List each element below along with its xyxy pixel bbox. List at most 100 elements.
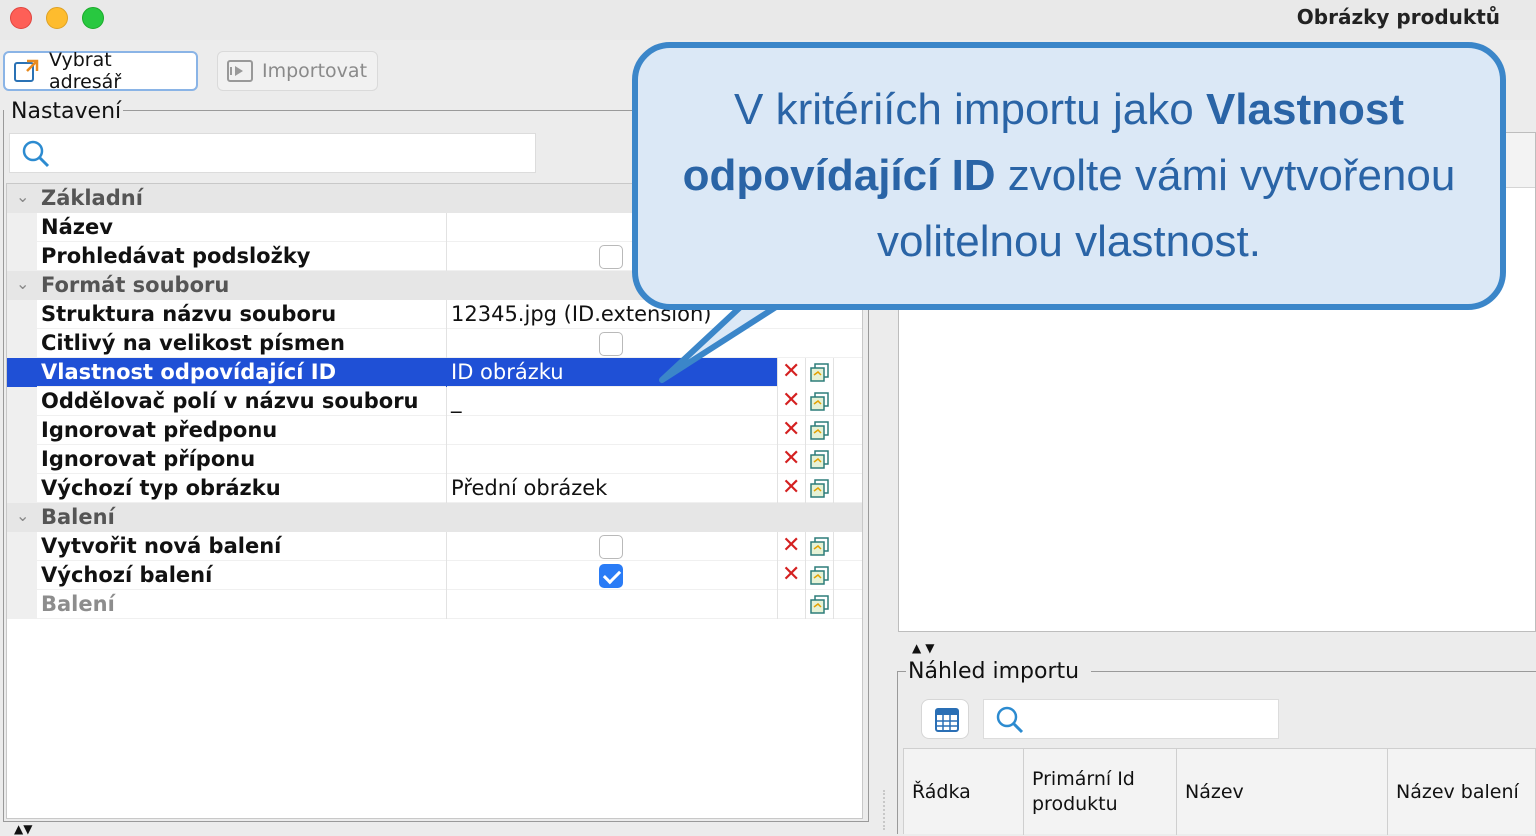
delete-button[interactable]: ✕ [777, 532, 805, 561]
property-label: Vytvořit nová balení [41, 534, 282, 558]
copy-button[interactable] [805, 387, 833, 416]
property-row[interactable]: Oddělovač polí v názvu souboru _ ✕ [7, 387, 862, 416]
delete-button[interactable]: ✕ [777, 416, 805, 445]
action-spacer [833, 561, 862, 590]
copy-button[interactable] [805, 590, 833, 619]
spreadsheet-icon [935, 708, 959, 732]
column-header-name[interactable]: Název [1177, 749, 1388, 835]
action-spacer [833, 358, 862, 387]
action-spacer [777, 590, 805, 619]
search-subfolders-checkbox[interactable] [599, 245, 623, 269]
row-gutter [7, 329, 37, 358]
category-label: Základní [41, 186, 143, 210]
property-row[interactable]: Výchozí balení ✕ [7, 561, 862, 590]
action-spacer [833, 532, 862, 561]
window-title: Obrázky produktů [1296, 5, 1500, 29]
magnifier-icon [996, 706, 1024, 734]
copy-button[interactable] [805, 561, 833, 590]
x-icon: ✕ [782, 475, 801, 500]
column-header-primary-id[interactable]: Primární Id produktu [1024, 749, 1177, 835]
property-label: Struktura názvu souboru [41, 302, 337, 326]
choose-directory-button[interactable]: Vybrat adresář [3, 49, 198, 93]
row-gutter [7, 416, 37, 445]
spreadsheet-button[interactable] [921, 699, 969, 739]
property-row[interactable]: Vytvořit nová balení ✕ [7, 532, 862, 561]
row-gutter [7, 358, 37, 387]
copy-icon [810, 421, 829, 440]
import-icon [226, 58, 254, 84]
row-gutter [7, 474, 37, 503]
property-label: Vlastnost odpovídající ID [41, 360, 336, 384]
x-icon: ✕ [782, 417, 801, 442]
folder-arrow-icon [13, 58, 41, 84]
copy-icon [810, 537, 829, 556]
copy-icon [810, 595, 829, 614]
property-row[interactable]: Balení [7, 590, 862, 619]
default-packaging-checkbox[interactable] [599, 564, 623, 588]
resize-handle[interactable] [883, 790, 887, 830]
x-icon: ✕ [782, 388, 801, 413]
category-label: Balení [41, 505, 115, 529]
property-row[interactable]: Ignorovat příponu ✕ [7, 445, 862, 474]
action-spacer [833, 416, 862, 445]
action-spacer [833, 445, 862, 474]
copy-icon [810, 479, 829, 498]
property-value[interactable] [446, 416, 777, 445]
row-gutter [7, 300, 37, 329]
property-row[interactable]: Ignorovat předponu ✕ [7, 416, 862, 445]
zoom-window-button[interactable] [82, 7, 104, 29]
import-button[interactable]: Importovat [217, 51, 378, 91]
delete-button[interactable]: ✕ [777, 445, 805, 474]
instruction-callout: V kritériích importu jako Vlastnost odpo… [632, 42, 1506, 310]
property-label: Prohledávat podsložky [41, 244, 311, 268]
property-value[interactable] [446, 445, 777, 474]
copy-icon [810, 450, 829, 469]
choose-directory-label: Vybrat adresář [49, 49, 122, 93]
magnifier-icon [22, 140, 50, 168]
close-window-button[interactable] [10, 7, 32, 29]
row-gutter [7, 445, 37, 474]
property-label: Název [41, 215, 113, 239]
property-value[interactable] [446, 590, 777, 619]
copy-button[interactable] [805, 474, 833, 503]
create-new-packaging-checkbox[interactable] [599, 535, 623, 559]
property-value[interactable]: Přední obrázek [446, 474, 777, 503]
delete-button[interactable]: ✕ [777, 387, 805, 416]
category-label: Formát souboru [41, 273, 230, 297]
delete-button[interactable]: ✕ [777, 561, 805, 590]
title-bar: Obrázky produktů [0, 0, 1536, 40]
settings-legend: Nastavení [9, 99, 124, 124]
column-header-row[interactable]: Řádka [904, 749, 1024, 835]
minimize-window-button[interactable] [46, 7, 68, 29]
x-icon: ✕ [782, 562, 801, 587]
preview-table-header: Řádka Primární Id produktu Název Název b… [903, 748, 1536, 835]
callout-text-part: V kritériích importu jako [734, 85, 1206, 134]
property-label: Citlivý na velikost písmen [41, 331, 345, 355]
row-gutter [7, 387, 37, 416]
x-icon: ✕ [782, 446, 801, 471]
property-label: Výchozí typ obrázku [41, 476, 281, 500]
property-row[interactable]: Výchozí typ obrázku Přední obrázek ✕ [7, 474, 862, 503]
row-gutter [7, 532, 37, 561]
case-sensitive-checkbox[interactable] [599, 332, 623, 356]
copy-button[interactable] [805, 445, 833, 474]
chevron-down-icon: ⌄ [16, 506, 30, 525]
column-header-packaging-name[interactable]: Název balení [1388, 749, 1536, 835]
property-value [446, 532, 777, 561]
copy-icon [810, 392, 829, 411]
x-icon: ✕ [782, 533, 801, 558]
row-gutter [7, 590, 37, 619]
copy-button[interactable] [805, 416, 833, 445]
category-row[interactable]: ⌄ Balení [7, 503, 862, 532]
chevron-down-icon: ⌄ [16, 187, 30, 206]
splitter-arrows[interactable]: ▲▼ [912, 641, 938, 655]
row-gutter [7, 242, 37, 271]
delete-button[interactable]: ✕ [777, 474, 805, 503]
callout-text: V kritériích importu jako Vlastnost odpo… [638, 77, 1500, 275]
property-value[interactable]: _ [446, 387, 777, 416]
property-label: Oddělovač polí v názvu souboru [41, 389, 419, 413]
copy-button[interactable] [805, 532, 833, 561]
preview-search-input[interactable] [983, 699, 1279, 739]
settings-search-input[interactable] [9, 133, 536, 173]
row-gutter [7, 561, 37, 590]
